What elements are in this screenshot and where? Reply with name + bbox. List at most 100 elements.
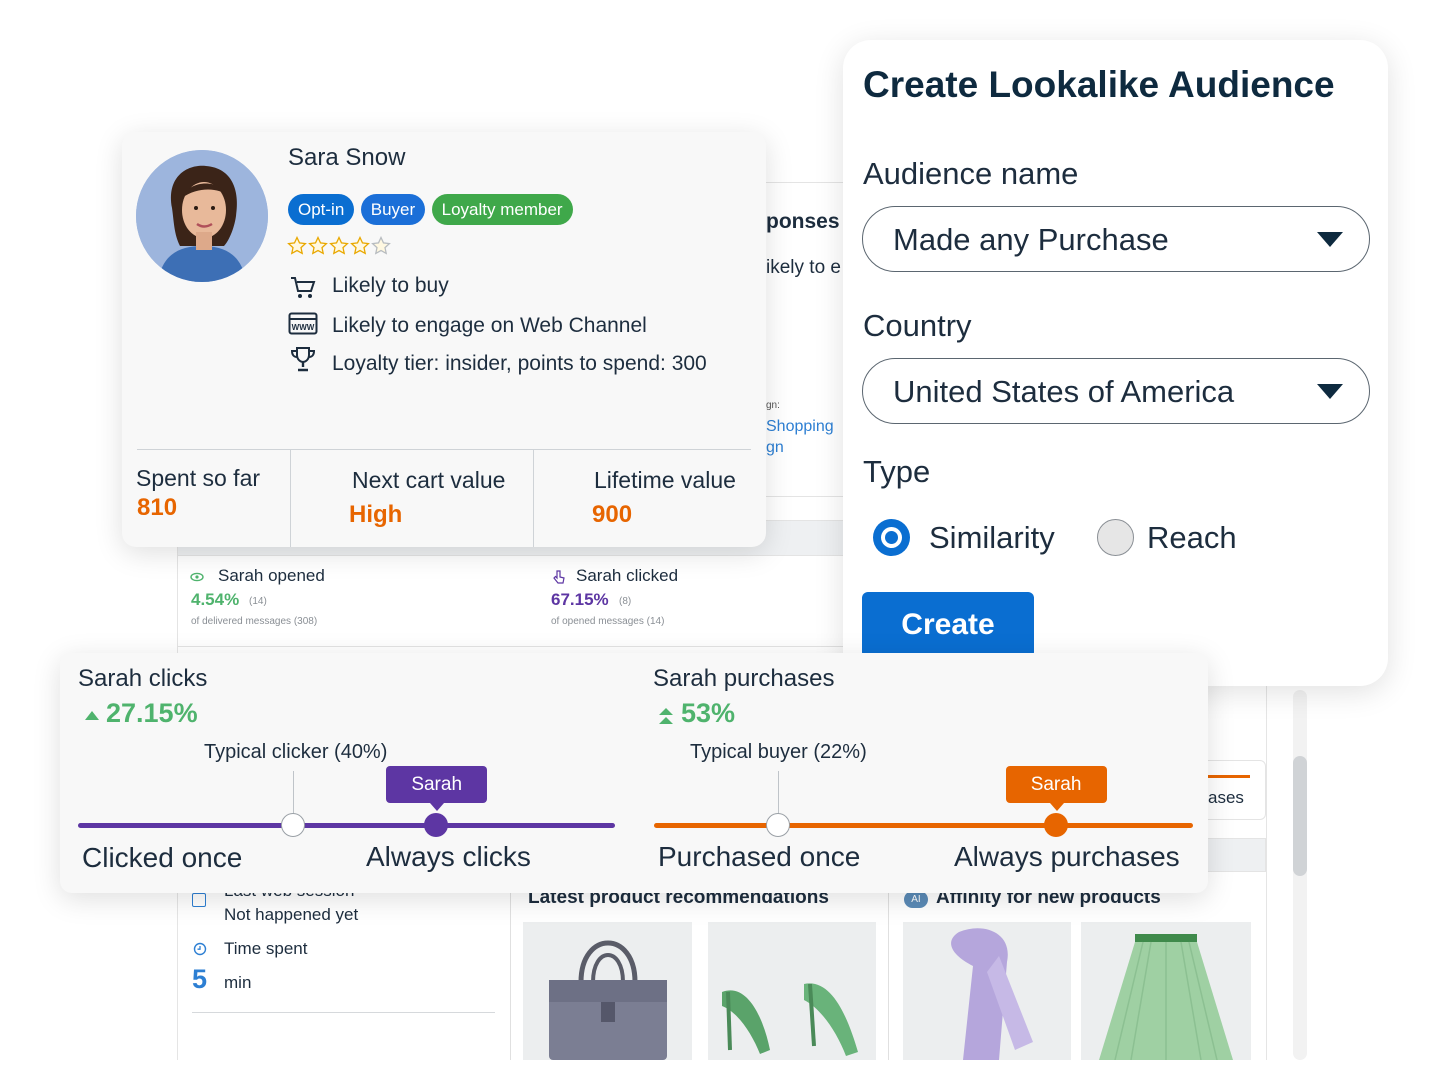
opened-sub: of delivered messages (308) — [191, 616, 318, 627]
product-tile-heels[interactable] — [708, 922, 876, 1060]
campaign-label: gn: — [766, 400, 780, 411]
purchases-percentage: 53% — [681, 698, 736, 728]
handbag-image — [549, 940, 667, 1060]
purchased-once-label: Purchased once — [658, 841, 861, 872]
web-channel-text: Likely to engage on Web Channel — [332, 314, 647, 337]
typical-buyer-label: Typical buyer (22%) — [690, 741, 867, 763]
behavior-comparison-card: Sarah clicks 27.15% Typical clicker (40%… — [60, 653, 1208, 893]
star-icon — [329, 235, 349, 255]
svg-text:WWW: WWW — [292, 323, 315, 332]
create-button[interactable]: Create — [862, 592, 1034, 658]
opened-count: (14) — [249, 596, 267, 607]
divider — [533, 450, 534, 547]
product-tile-skirt[interactable] — [1081, 922, 1251, 1061]
clicks-percentage: 27.15% — [106, 698, 198, 728]
type-label: Type — [863, 454, 931, 489]
cart-icon — [288, 275, 318, 301]
campaign-link[interactable]: Shopping — [766, 418, 834, 436]
campaign-link-2[interactable]: gn — [766, 439, 784, 457]
divider — [888, 880, 889, 1060]
heels-image — [722, 983, 858, 1056]
purchases-scale-track — [654, 823, 1193, 828]
trophy-icon — [288, 346, 318, 372]
time-spent-label: Time spent — [224, 939, 308, 958]
loyalty-tier-text: Loyalty tier: insider, points to spend: … — [332, 352, 707, 375]
badge-opt-in: Opt-in — [288, 194, 355, 225]
arrow-up-icon — [85, 711, 99, 720]
eye-icon — [190, 570, 204, 584]
clicked-once-label: Clicked once — [82, 842, 243, 873]
profile-badges: Opt-in Buyer Loyalty member — [288, 194, 575, 225]
clicked-value: 67.15% — [551, 590, 609, 609]
clicks-scale-track — [78, 823, 615, 828]
typical-clicker-label: Typical clicker (40%) — [204, 741, 388, 763]
country-select[interactable]: United States of America — [862, 358, 1370, 424]
star-icon — [308, 235, 328, 255]
clicked-label: Sarah clicked — [576, 566, 679, 585]
badge-buyer: Buyer — [360, 194, 426, 225]
clock-icon — [193, 942, 207, 956]
purchases-tab-indicator — [1208, 775, 1250, 778]
web-session-value: Not happened yet — [224, 905, 359, 924]
ai-badge: AI — [904, 891, 928, 908]
always-clicks-label: Always clicks — [366, 841, 531, 872]
typical-clicker-knob — [280, 813, 305, 837]
product-tile-scarf[interactable] — [903, 922, 1071, 1060]
spent-so-far-value: 810 — [137, 494, 178, 521]
scrollbar-thumb[interactable] — [1293, 756, 1307, 876]
typical-buyer-knob — [765, 813, 790, 837]
star-icon — [287, 235, 307, 255]
pointer-icon — [552, 569, 566, 585]
divider — [137, 449, 751, 450]
divider — [290, 450, 291, 547]
country-value: United States of America — [893, 374, 1235, 409]
likely-to-buy-text: Likely to buy — [332, 274, 449, 297]
chevron-down-icon — [1317, 384, 1343, 399]
badge-loyalty-member: Loyalty member — [431, 194, 573, 225]
avatar — [136, 150, 268, 282]
similarity-label[interactable]: Similarity — [929, 520, 1055, 556]
star-rating — [287, 235, 392, 260]
product-tile-handbag[interactable] — [523, 922, 692, 1060]
double-arrow-up-icon — [658, 707, 674, 725]
customer-profile-card: Sara Snow Opt-in Buyer Loyalty member Li… — [122, 132, 766, 547]
country-label: Country — [863, 308, 972, 343]
star-icon — [350, 235, 370, 255]
clicked-count: (8) — [619, 596, 632, 607]
reach-label[interactable]: Reach — [1147, 520, 1237, 556]
responses-title: ponses — [766, 210, 840, 233]
opened-label: Sarah opened — [218, 566, 325, 585]
reach-radio[interactable] — [1097, 519, 1134, 556]
purchases-tab-label[interactable]: ases — [1208, 788, 1244, 808]
purchases-title: Sarah purchases — [653, 665, 835, 692]
spent-so-far-label: Spent so far — [136, 465, 261, 491]
sarah-clicks-knob[interactable] — [424, 813, 449, 837]
divider — [192, 1012, 495, 1013]
similarity-radio[interactable] — [873, 519, 910, 556]
clicked-sub: of opened messages (14) — [551, 616, 665, 627]
dialog-title: Create Lookalike Audience — [863, 64, 1335, 105]
next-cart-value-value: High — [349, 501, 403, 528]
profile-name: Sara Snow — [288, 144, 406, 171]
scarf-image — [951, 928, 1033, 1060]
audience-name-select[interactable]: Made any Purchase — [862, 206, 1370, 272]
lifetime-value-value: 900 — [592, 501, 633, 528]
audience-name-value: Made any Purchase — [893, 222, 1169, 257]
sarah-purchases-tag: Sarah — [1005, 766, 1107, 811]
skirt-image — [1099, 934, 1233, 1061]
audience-name-label: Audience name — [863, 156, 1079, 191]
lifetime-value-label: Lifetime value — [594, 467, 736, 493]
next-cart-value-label: Next cart value — [352, 467, 506, 493]
create-lookalike-dialog: Create Lookalike Audience Audience name … — [843, 40, 1388, 686]
chevron-down-icon — [1317, 232, 1343, 247]
sarah-clicks-tag: Sarah — [386, 766, 488, 811]
time-spent-value: 5 — [192, 964, 208, 994]
always-purchases-label: Always purchases — [954, 841, 1180, 872]
clicks-title: Sarah clicks — [78, 665, 208, 692]
divider — [510, 880, 511, 1060]
star-icon — [371, 235, 391, 255]
time-spent-unit: min — [224, 973, 252, 992]
sarah-purchases-knob[interactable] — [1043, 813, 1068, 837]
calendar-icon — [192, 893, 206, 907]
www-icon: WWW — [288, 312, 318, 338]
